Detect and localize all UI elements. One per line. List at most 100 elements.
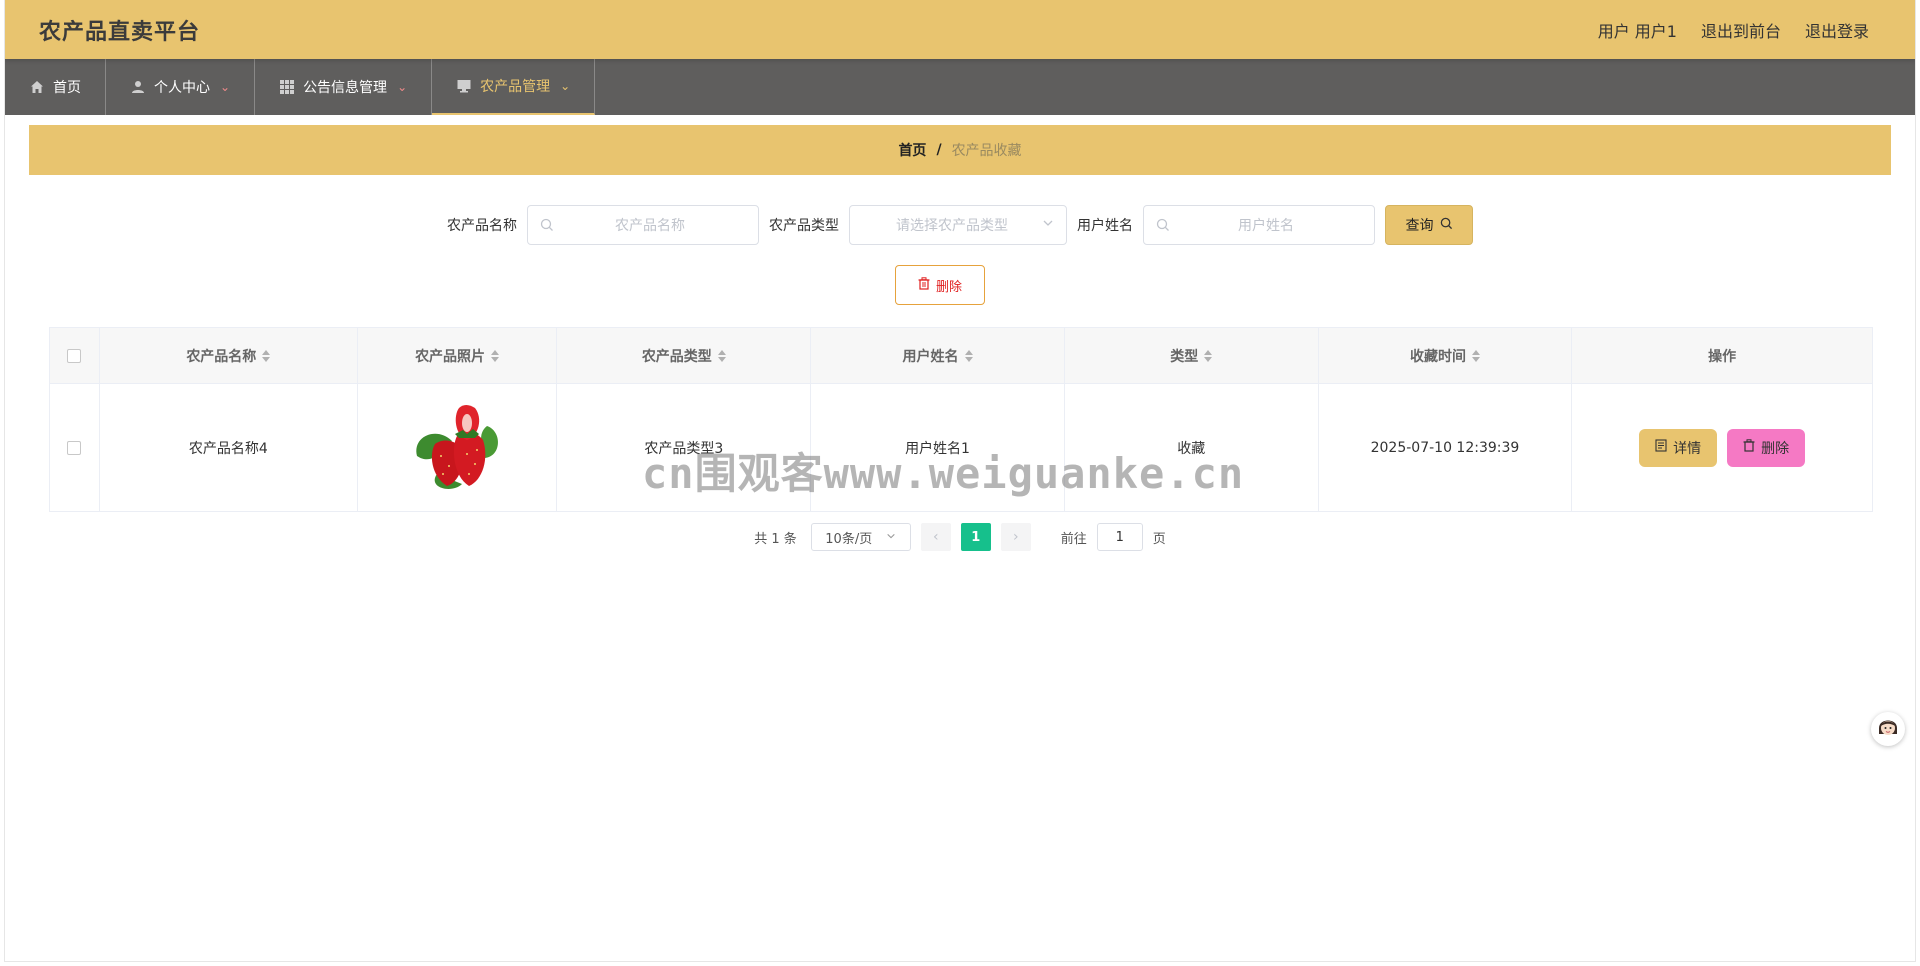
nav-item-label: 首页 xyxy=(53,80,81,96)
product-type-label: 农产品类型 xyxy=(769,218,839,234)
header-product-photo[interactable]: 农产品照片 xyxy=(358,328,558,383)
nav-item-notice-management[interactable]: 公告信息管理 ⌄ xyxy=(255,59,433,115)
back-to-front-link[interactable]: 退出到前台 xyxy=(1701,18,1781,42)
cell-product-photo xyxy=(358,384,558,511)
search-bar: 农产品名称 农产品名称 农产品类型 请选择农产品类型 用户姓名 用户姓名 查询 xyxy=(29,205,1891,245)
header-label: 农产品照片 xyxy=(415,348,486,365)
sort-icon xyxy=(262,349,271,362)
strawberry-image[interactable] xyxy=(407,396,507,500)
header-user-name[interactable]: 用户姓名 xyxy=(811,328,1065,383)
main-nav: 首页 个人中心 ⌄ 公告信息管理 ⌄ 农产品管理 ⌄ xyxy=(5,59,1915,115)
breadcrumb-home[interactable]: 首页 xyxy=(898,140,926,160)
pagination: 共 1 条 10条/页 ‹ 1 › 前往 1 页 xyxy=(29,523,1891,551)
bulk-delete-label: 删除 xyxy=(935,279,962,295)
nav-item-product-management[interactable]: 农产品管理 ⌄ xyxy=(432,59,596,115)
current-user-label[interactable]: 用户 用户1 xyxy=(1598,18,1677,42)
breadcrumb: 首页 / 农产品收藏 xyxy=(29,125,1891,175)
sort-icon xyxy=(964,349,973,362)
chevron-down-icon: ⌄ xyxy=(397,80,408,94)
product-type-select[interactable]: 请选择农产品类型 xyxy=(849,205,1067,245)
user-icon xyxy=(130,79,146,95)
sort-icon xyxy=(491,349,500,362)
header-product-type[interactable]: 农产品类型 xyxy=(557,328,812,383)
logout-link[interactable]: 退出登录 xyxy=(1805,18,1869,42)
header-actions: 操作 xyxy=(1572,328,1872,383)
header-label: 农产品类型 xyxy=(641,348,712,365)
nav-item-label: 农产品管理 xyxy=(480,79,551,95)
header-label: 操作 xyxy=(1708,348,1737,365)
cell-favorite-time: 2025-07-10 12:39:39 xyxy=(1319,384,1573,511)
header-kind[interactable]: 类型 xyxy=(1065,328,1319,383)
query-button[interactable]: 查询 xyxy=(1385,205,1473,245)
trash-icon xyxy=(918,276,930,294)
page-size-value: 10条/页 xyxy=(825,531,873,547)
header-label: 类型 xyxy=(1170,348,1199,365)
sort-icon xyxy=(1204,349,1213,362)
cell-user-name: 用户姓名1 xyxy=(811,384,1065,511)
sort-icon xyxy=(717,349,726,362)
page-size-select[interactable]: 10条/页 xyxy=(810,523,911,551)
favorites-table: 农产品名称 农产品照片 农产品类型 用户姓名 类型 收藏时间 操作 农产品名称4 xyxy=(49,327,1873,512)
user-name-input[interactable]: 用户姓名 xyxy=(1143,205,1375,245)
breadcrumb-separator: / xyxy=(936,142,942,158)
nav-item-label: 个人中心 xyxy=(154,80,210,96)
trash-icon xyxy=(1743,439,1755,456)
nav-item-personal-center[interactable]: 个人中心 ⌄ xyxy=(106,59,256,115)
search-icon xyxy=(1440,217,1453,234)
cell-product-type: 农产品类型3 xyxy=(557,384,812,511)
header-favorite-time[interactable]: 收藏时间 xyxy=(1319,328,1573,383)
grid-icon xyxy=(279,79,295,95)
total-count: 共 1 条 xyxy=(754,531,797,547)
chevron-left-icon: ‹ xyxy=(932,529,939,545)
app-window: 农产品直卖平台 用户 用户1 退出到前台 退出登录 首页 个人中心 ⌄ 公告信息… xyxy=(4,0,1916,962)
header-label: 收藏时间 xyxy=(1409,348,1466,365)
product-type-placeholder: 请选择农产品类型 xyxy=(896,218,1008,234)
header-select-all xyxy=(50,328,100,383)
table-header: 农产品名称 农产品照片 农产品类型 用户姓名 类型 收藏时间 操作 xyxy=(50,328,1872,384)
goto-label: 前往 xyxy=(1060,531,1087,547)
nav-item-home[interactable]: 首页 xyxy=(5,59,106,115)
prev-page-button[interactable]: ‹ xyxy=(920,523,951,551)
query-button-label: 查询 xyxy=(1405,218,1434,234)
content-panel: 农产品名称 农产品名称 农产品类型 请选择农产品类型 用户姓名 用户姓名 查询 … xyxy=(29,183,1891,571)
page-number-current[interactable]: 1 xyxy=(960,523,991,551)
chevron-down-icon xyxy=(886,530,896,545)
next-page-button[interactable]: › xyxy=(1000,523,1031,551)
header-label: 用户姓名 xyxy=(902,348,959,365)
product-name-label: 农产品名称 xyxy=(447,218,517,234)
select-all-checkbox[interactable] xyxy=(67,348,82,363)
monitor-icon xyxy=(456,78,472,94)
search-icon xyxy=(1156,218,1170,232)
header-actions: 用户 用户1 退出到前台 退出登录 xyxy=(1598,18,1869,42)
row-delete-label: 删除 xyxy=(1761,440,1790,457)
nav-item-label: 公告信息管理 xyxy=(303,80,388,96)
row-delete-button[interactable]: 删除 xyxy=(1727,428,1806,467)
chevron-down-icon: ⌄ xyxy=(220,80,231,94)
cell-kind: 收藏 xyxy=(1065,384,1319,511)
goto-page-input[interactable]: 1 xyxy=(1096,523,1143,551)
bulk-delete-button[interactable]: 删除 xyxy=(895,265,985,305)
top-header: 农产品直卖平台 用户 用户1 退出到前台 退出登录 xyxy=(5,0,1915,59)
document-icon xyxy=(1655,439,1667,456)
chevron-right-icon: › xyxy=(1012,529,1019,545)
user-name-label: 用户姓名 xyxy=(1077,218,1133,234)
home-icon xyxy=(29,79,45,95)
product-name-input[interactable]: 农产品名称 xyxy=(527,205,759,245)
header-label: 农产品名称 xyxy=(186,348,257,365)
chevron-down-icon xyxy=(1042,217,1054,233)
detail-button-label: 详情 xyxy=(1673,440,1702,457)
user-name-placeholder: 用户姓名 xyxy=(1238,218,1294,234)
detail-button[interactable]: 详情 xyxy=(1639,428,1718,467)
header-product-name[interactable]: 农产品名称 xyxy=(100,328,358,383)
site-title: 农产品直卖平台 xyxy=(39,19,201,45)
assistant-avatar[interactable] xyxy=(1871,712,1905,746)
avatar-face-icon xyxy=(1875,714,1901,744)
product-name-placeholder: 农产品名称 xyxy=(615,218,685,234)
page-unit-label: 页 xyxy=(1152,531,1166,547)
cell-product-name: 农产品名称4 xyxy=(100,384,358,511)
row-checkbox[interactable] xyxy=(67,440,82,455)
table-row: 农产品名称4 农产品类型3 用户姓名1 收藏 2025-07-10 12:39:… xyxy=(50,384,1872,511)
sort-icon xyxy=(1471,349,1480,362)
search-icon xyxy=(540,218,554,232)
row-select xyxy=(50,384,100,511)
